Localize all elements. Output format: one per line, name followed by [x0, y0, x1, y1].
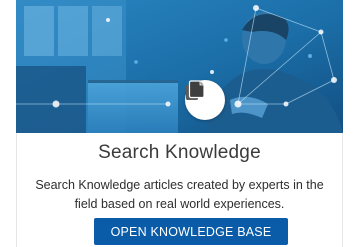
hero-image [16, 0, 343, 133]
open-knowledge-base-button[interactable]: OPEN KNOWLEDGE BASE [94, 218, 288, 245]
copy-documents-icon [185, 80, 225, 120]
card-title: Search Knowledge [98, 142, 261, 163]
hero-illustration [16, 0, 343, 133]
knowledge-card: Search Knowledge Search Knowledge articl… [0, 0, 360, 247]
card-description: Search Knowledge articles created by exp… [35, 178, 324, 211]
